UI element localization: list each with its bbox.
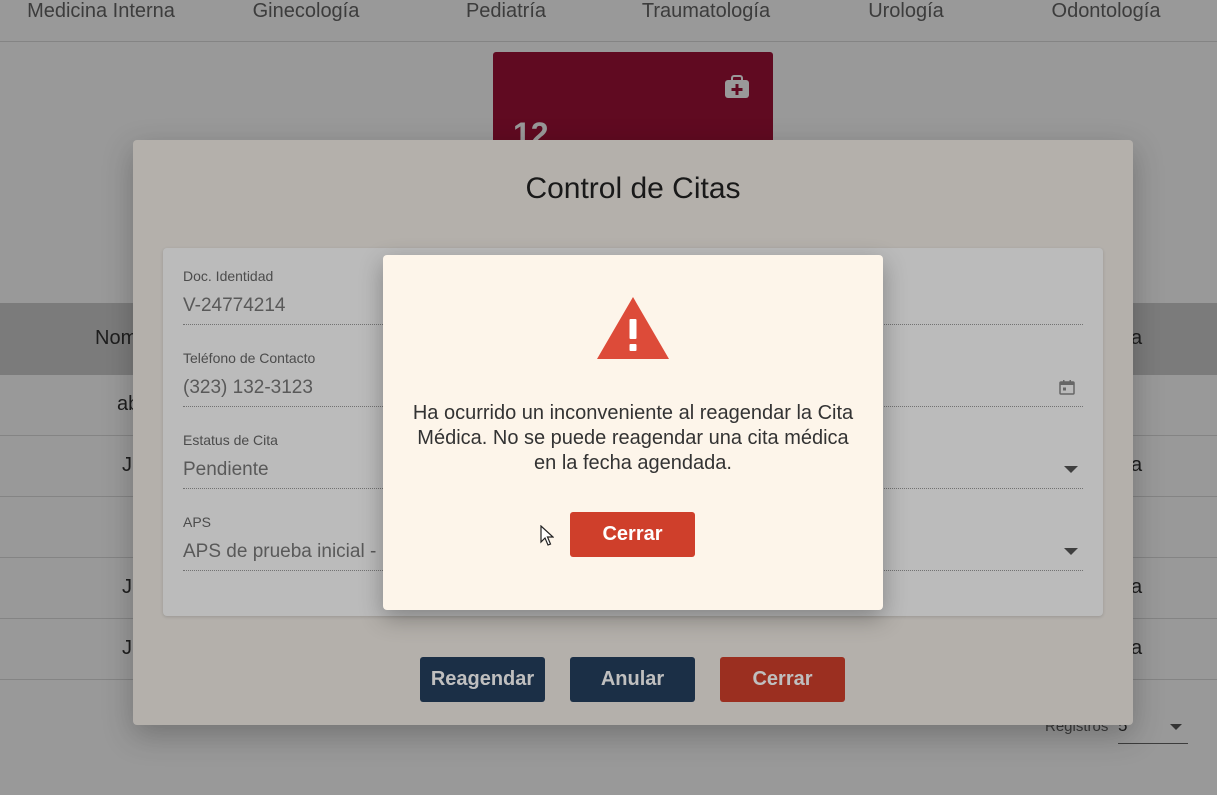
close-alert-button[interactable]: Cerrar: [570, 512, 695, 557]
mouse-cursor-icon: [540, 525, 554, 546]
error-alert-dialog: Ha ocurrido un inconveniente al reagenda…: [383, 255, 883, 610]
alert-message: Ha ocurrido un inconveniente al reagenda…: [412, 402, 854, 474]
warning-icon: [597, 297, 669, 359]
